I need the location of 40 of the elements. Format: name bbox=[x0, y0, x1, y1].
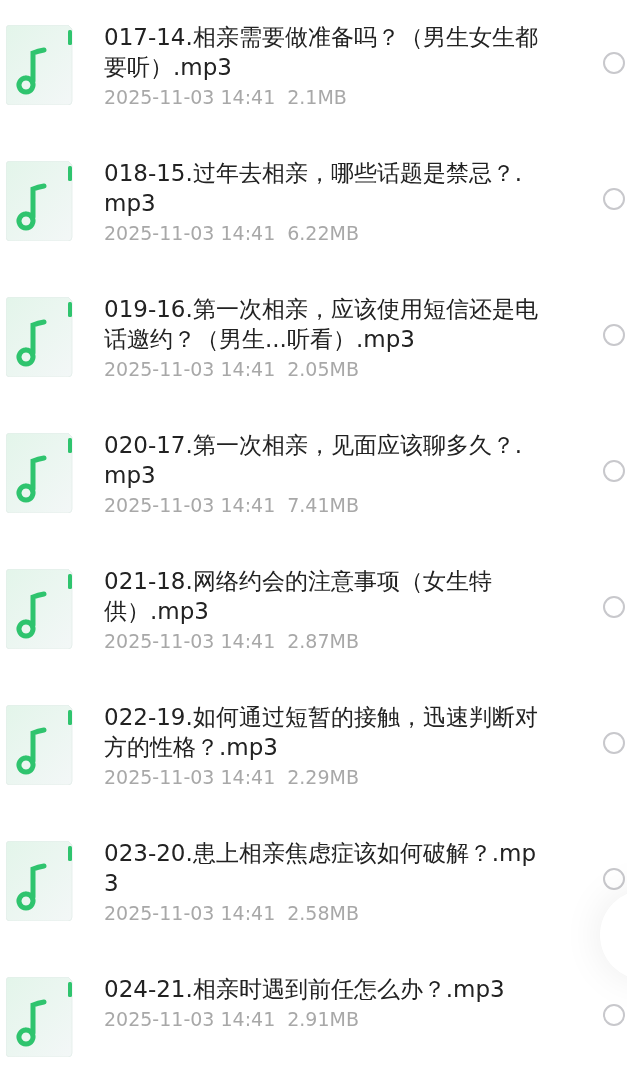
file-name: 021-18.网络约会的注意事项（女生特供）.mp3 bbox=[104, 567, 493, 626]
file-date: 2025-11-03 14:41 bbox=[104, 493, 276, 518]
music-file-icon bbox=[6, 841, 74, 921]
select-radio[interactable] bbox=[603, 596, 625, 618]
select-radio[interactable] bbox=[603, 732, 625, 754]
select-radio[interactable] bbox=[603, 52, 625, 74]
music-file-icon bbox=[6, 569, 74, 649]
file-date: 2025-11-03 14:41 bbox=[104, 85, 276, 110]
music-file-icon bbox=[6, 161, 74, 241]
file-size: 6.22MB bbox=[287, 221, 359, 246]
file-date: 2025-11-03 14:41 bbox=[104, 1007, 276, 1032]
music-file-icon bbox=[6, 297, 74, 377]
music-file-icon bbox=[6, 977, 74, 1057]
file-size: 2.58MB bbox=[287, 901, 359, 926]
music-file-icon bbox=[6, 25, 74, 105]
file-size: 2.05MB bbox=[287, 357, 359, 382]
file-date: 2025-11-03 14:41 bbox=[104, 901, 276, 926]
file-date: 2025-11-03 14:41 bbox=[104, 629, 276, 654]
select-radio[interactable] bbox=[603, 460, 625, 482]
file-size: 7.41MB bbox=[287, 493, 359, 518]
select-radio[interactable] bbox=[603, 324, 625, 346]
file-size: 2.87MB bbox=[287, 629, 359, 654]
file-date: 2025-11-03 14:41 bbox=[104, 221, 276, 246]
file-name: 019-16.第一次相亲，应该使用短信还是电话邀约？（男生...听看）.mp3 bbox=[104, 295, 539, 354]
file-size: 2.29MB bbox=[287, 765, 359, 790]
file-name: 020-17.第一次相亲，见面应该聊多久？.mp3 bbox=[104, 431, 524, 490]
music-file-icon bbox=[6, 433, 74, 513]
select-radio[interactable] bbox=[603, 188, 625, 210]
file-size: 2.1MB bbox=[287, 85, 347, 110]
select-radio[interactable] bbox=[603, 868, 625, 890]
file-date: 2025-11-03 14:41 bbox=[104, 765, 276, 790]
select-radio[interactable] bbox=[603, 1004, 625, 1026]
file-name: 018-15.过年去相亲，哪些话题是禁忌？.mp3 bbox=[104, 159, 524, 218]
file-name: 017-14.相亲需要做准备吗？（男生女生都要听）.mp3 bbox=[104, 23, 539, 82]
file-name: 022-19.如何通过短暂的接触，迅速判断对方的性格？.mp3 bbox=[104, 703, 539, 762]
music-file-icon bbox=[6, 705, 74, 785]
file-name: 024-21.相亲时遇到前任怎么办？.mp3 bbox=[104, 975, 506, 1004]
file-name: 023-20.患上相亲焦虑症该如何破解？.mp3 bbox=[104, 839, 538, 898]
file-size: 2.91MB bbox=[287, 1007, 359, 1032]
file-date: 2025-11-03 14:41 bbox=[104, 357, 276, 382]
